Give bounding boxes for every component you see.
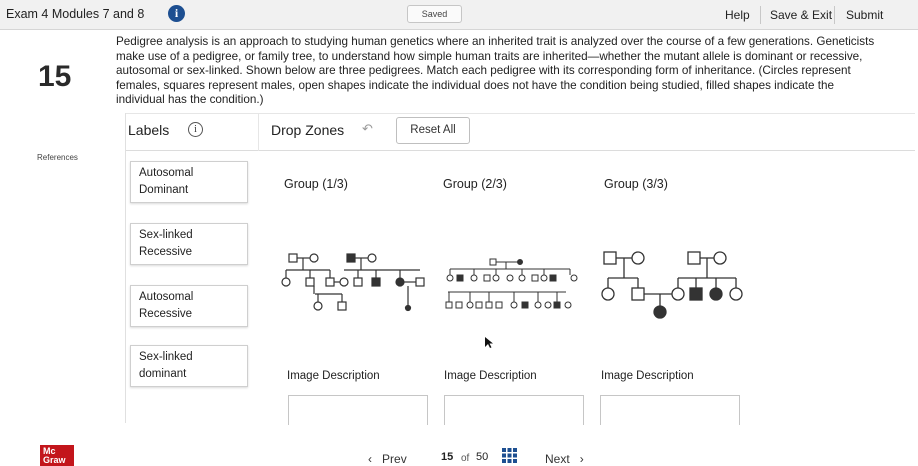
next-button[interactable]: Next ›	[545, 452, 584, 466]
current-page-number: 15	[441, 451, 454, 463]
dragdrop-toolbar	[125, 113, 915, 151]
label-line: Autosomal	[139, 167, 194, 179]
question-number: 15	[38, 60, 72, 93]
pedigree-2-image	[445, 258, 578, 309]
drop-zone-group-2[interactable]	[444, 395, 584, 425]
group-3-title: Group (3/3)	[604, 177, 668, 191]
page-of-label: of	[461, 453, 470, 464]
label-line: Sex-linked	[139, 229, 193, 241]
grid-icon[interactable]	[502, 448, 517, 463]
references-link[interactable]: References	[37, 153, 78, 162]
group-2-title: Group (2/3)	[443, 177, 507, 191]
question-text: Pedigree analysis is an approach to stud…	[116, 35, 875, 106]
panel-divider	[258, 113, 259, 151]
group-3-image-description-link[interactable]: Image Description	[601, 370, 694, 382]
logo-text: Graw	[43, 455, 66, 465]
chevron-right-icon: ›	[579, 452, 584, 466]
label-line: Sex-linked	[139, 351, 193, 363]
top-bar: Exam 4 Modules 7 and 8 i Saved Help Save…	[0, 0, 918, 30]
drop-zone-group-3[interactable]	[600, 395, 740, 425]
label-sex-linked-dominant[interactable]: Sex-linked dominant	[130, 345, 248, 387]
label-line: dominant	[139, 368, 187, 380]
chevron-left-icon: ‹	[368, 452, 372, 466]
prev-button[interactable]: ‹ Prev	[368, 452, 407, 466]
info-icon[interactable]: i	[168, 5, 185, 22]
label-line: Dominant	[139, 184, 189, 196]
label-sex-linked-recessive[interactable]: Sex-linked Recessive	[130, 223, 248, 265]
pedigree-1-image	[281, 253, 425, 312]
total-pages: 50	[476, 451, 489, 463]
cursor-icon	[485, 337, 493, 348]
prev-label: Prev	[382, 452, 407, 466]
label-line: Recessive	[139, 246, 193, 258]
header-divider	[760, 6, 761, 24]
save-exit-button[interactable]: Save & Exit	[770, 8, 832, 22]
drop-zone-group-1[interactable]	[288, 395, 428, 425]
saved-status-badge: Saved	[407, 5, 462, 23]
panel-border	[125, 113, 126, 423]
undo-icon[interactable]: ↶	[362, 121, 373, 137]
group-1-image-description-link[interactable]: Image Description	[287, 370, 380, 382]
mcgraw-hill-logo: Mc Graw	[40, 445, 74, 466]
group-1-title: Group (1/3)	[284, 177, 348, 191]
reset-all-button[interactable]: Reset All	[396, 117, 470, 144]
submit-button[interactable]: Submit	[846, 8, 883, 22]
label-line: Autosomal	[139, 291, 194, 303]
label-autosomal-dominant[interactable]: Autosomal Dominant	[130, 161, 248, 203]
labels-info-icon[interactable]: i	[188, 122, 203, 137]
labels-heading: Labels	[128, 122, 170, 138]
help-button[interactable]: Help	[725, 8, 750, 22]
pedigree-3-image	[601, 251, 743, 319]
next-label: Next	[545, 452, 570, 466]
group-2-image-description-link[interactable]: Image Description	[444, 370, 537, 382]
drop-zones-heading: Drop Zones	[271, 122, 345, 138]
label-line: Recessive	[139, 308, 193, 320]
header-divider	[834, 6, 835, 24]
label-autosomal-recessive[interactable]: Autosomal Recessive	[130, 285, 248, 327]
exam-title: Exam 4 Modules 7 and 8	[6, 7, 145, 21]
